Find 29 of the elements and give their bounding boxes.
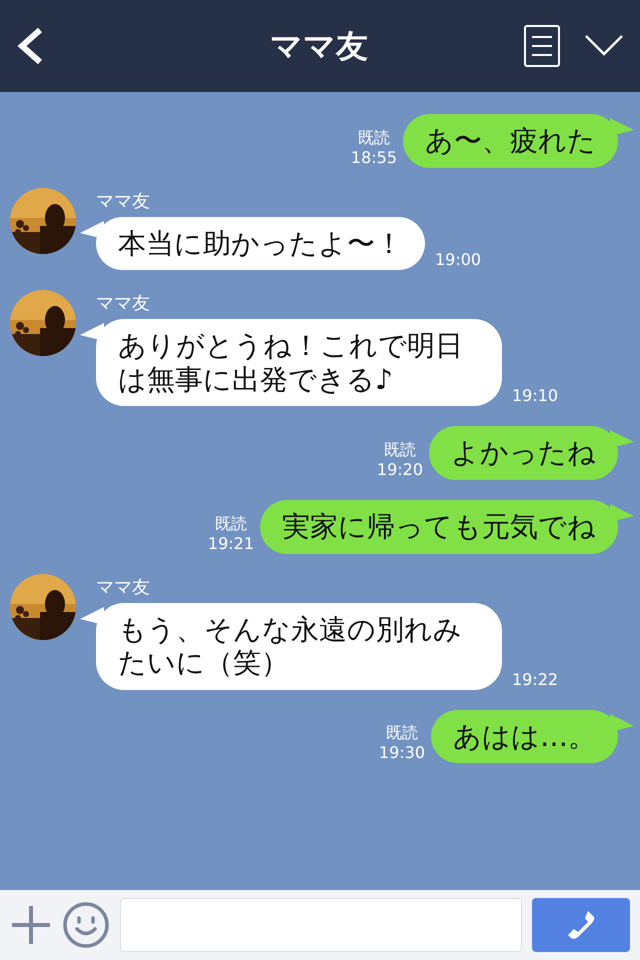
bubble-tail: [80, 323, 104, 342]
bubble-tail: [610, 118, 634, 136]
bubble-tail: [80, 606, 104, 625]
back-icon[interactable]: [16, 26, 44, 66]
sender-name: ママ友: [96, 576, 150, 600]
menu-icon[interactable]: [524, 25, 560, 67]
read-receipt: 既読: [382, 440, 417, 460]
sender-name: ママ友: [96, 292, 150, 316]
timestamp: 19:30: [378, 743, 425, 764]
bubble-tail: [610, 714, 634, 732]
timestamp: 19:10: [512, 386, 558, 406]
timestamp: 19:00: [435, 250, 482, 270]
bubble-tail: [610, 504, 634, 522]
sender-name: ママ友: [96, 190, 150, 214]
timestamp: 18:55: [350, 148, 397, 168]
read-receipt: 既読: [214, 514, 248, 534]
read-receipt: 既読: [356, 128, 391, 148]
bubble-tail: [80, 220, 104, 239]
call-button[interactable]: [532, 898, 630, 952]
timestamp: 19:21: [208, 534, 254, 554]
bubble-tail: [610, 430, 634, 448]
timestamp: 19:22: [512, 670, 558, 690]
timestamp: 19:20: [376, 460, 423, 480]
smiley-icon[interactable]: [62, 901, 110, 949]
message-input-field[interactable]: [120, 898, 522, 952]
read-receipt: 既読: [384, 723, 419, 744]
chevron-down-icon[interactable]: [584, 34, 624, 58]
plus-icon[interactable]: [10, 904, 52, 946]
chat-title: ママ友: [269, 26, 369, 67]
